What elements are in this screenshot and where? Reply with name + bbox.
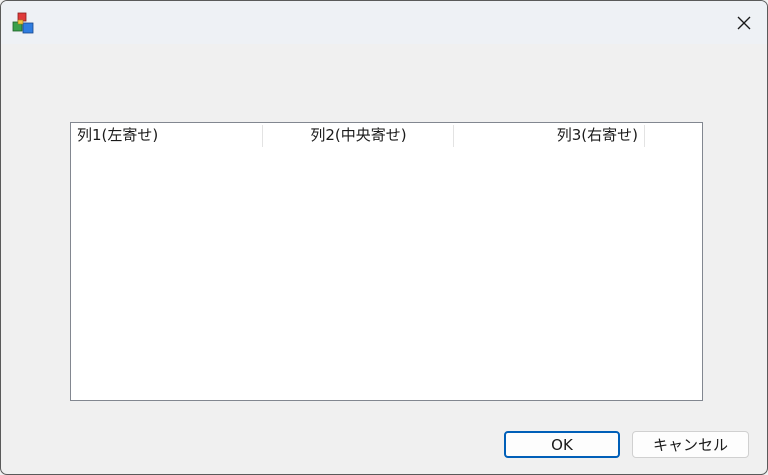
cancel-button[interactable]: キャンセル — [632, 431, 749, 458]
column-header-3[interactable]: 列3(右寄せ) — [454, 123, 640, 147]
app-cubes-icon — [12, 12, 34, 34]
ok-button[interactable]: OK — [504, 431, 620, 458]
title-bar[interactable] — [1, 1, 767, 44]
dialog-window: 列1(左寄せ) 列2(中央寄せ) 列3(右寄せ) OK キャンセル — [0, 0, 768, 475]
column-header-1[interactable]: 列1(左寄せ) — [77, 123, 262, 147]
close-button[interactable] — [721, 1, 767, 44]
column-separator[interactable] — [644, 125, 645, 147]
list-header: 列1(左寄せ) 列2(中央寄せ) 列3(右寄せ) — [71, 123, 702, 147]
close-icon — [737, 16, 751, 29]
list-view[interactable]: 列1(左寄せ) 列2(中央寄せ) 列3(右寄せ) — [70, 122, 703, 401]
column-header-2[interactable]: 列2(中央寄せ) — [263, 123, 454, 147]
